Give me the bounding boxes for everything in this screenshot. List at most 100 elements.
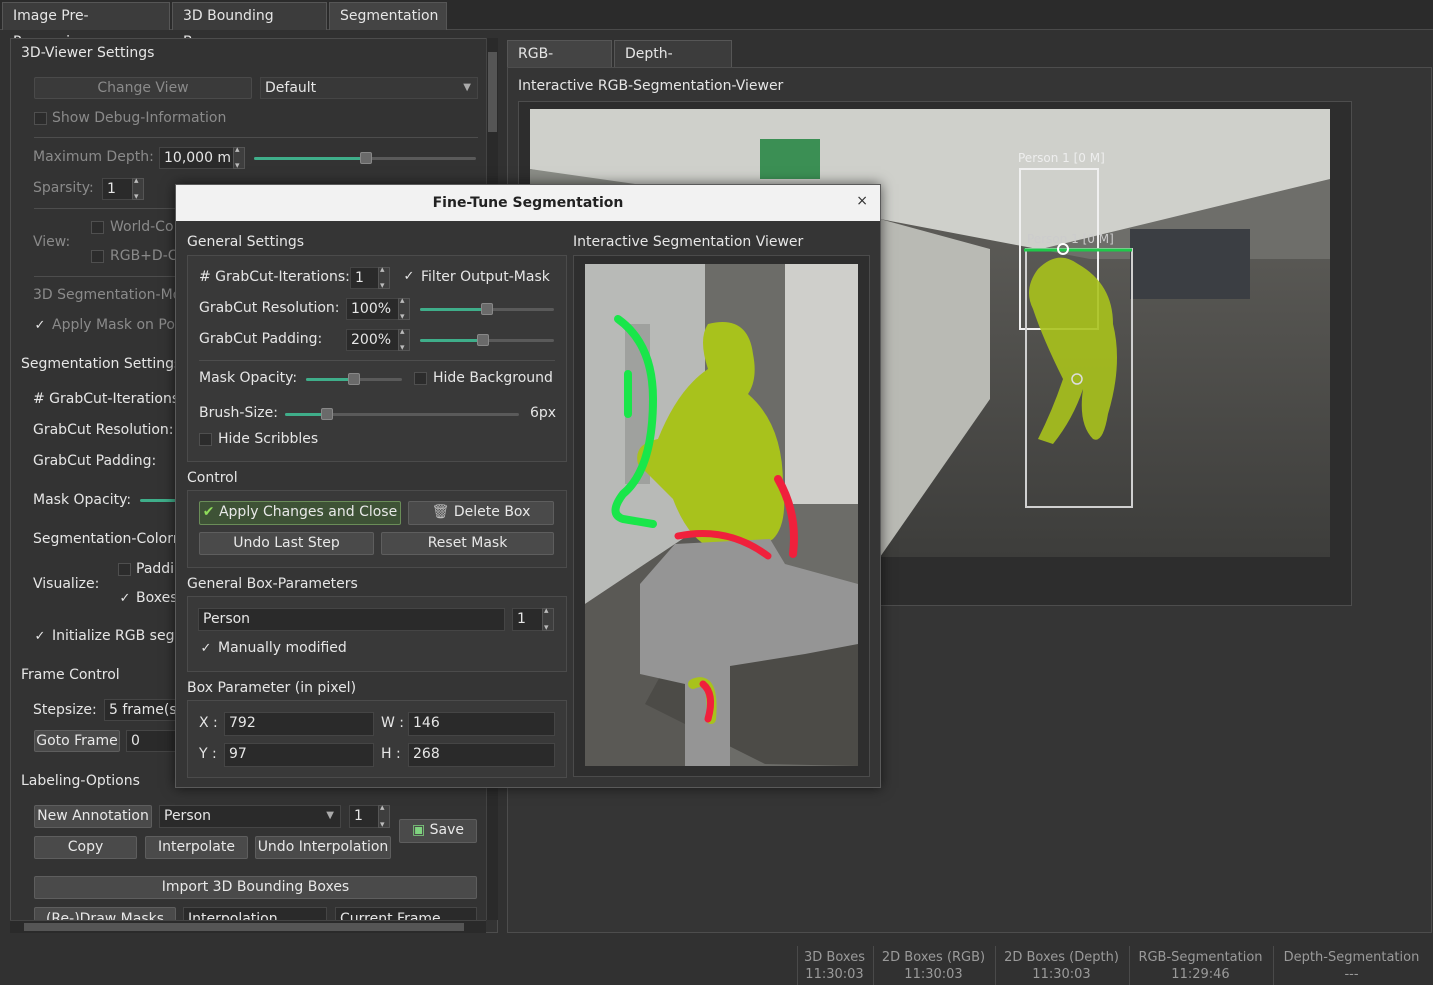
manual-label: Manually modified [218,640,347,656]
goto-frame-button[interactable]: Goto Frame [34,730,120,752]
status-rgb-segmentation: RGB-Segmentation 11:29:46 [1129,946,1271,985]
apply-close-label: Apply Changes and Close [218,504,398,520]
mask-opacity-slider[interactable] [140,499,176,502]
tab-3d-bounding-boxes[interactable]: 3D Bounding Boxes [172,2,327,50]
apply-close-button[interactable]: ✔ Apply Changes and Close [199,501,401,525]
pixel-params-title: Box Parameter (in pixel) [187,680,357,696]
w-field[interactable]: 146 [408,712,555,736]
checkmark-icon[interactable]: ✓ [33,630,47,644]
divider [199,360,555,361]
y-field[interactable]: 97 [224,743,374,767]
max-depth-spinner[interactable] [233,145,245,171]
pad-label: GrabCut Padding: [199,331,323,347]
brush-value: 6px [530,405,557,421]
new-annotation-button[interactable]: New Annotation [34,805,152,828]
trash-icon: 🗑 [431,504,450,520]
copy-button[interactable]: Copy [34,836,137,859]
seg-settings-title: Segmentation Settings [21,356,182,372]
main-tab-bar: Image Pre-Processing 3D Bounding Boxes S… [0,0,1433,50]
show-debug-checkbox[interactable] [34,112,47,125]
interpolate-button[interactable]: Interpolate [145,836,248,859]
pad-slider-handle[interactable] [477,334,489,346]
reset-mask-button[interactable]: Reset Mask [381,532,554,555]
box-params-group: Person 1 ✓ Manually modified [187,596,567,672]
checkmark-icon[interactable]: ✓ [402,270,416,284]
chevron-down-icon: ▼ [326,810,334,821]
redraw-masks-button[interactable]: (Re-)Draw Masks [34,907,176,921]
brush-slider-handle[interactable] [321,408,333,420]
sparsity-spinner[interactable] [132,176,144,202]
frame-scope-select[interactable]: Current Frame [335,907,477,921]
status-name: 3D Boxes [804,950,865,965]
res-field[interactable]: 100% [346,298,406,320]
opacity-slider-fill [306,378,354,381]
padding-checkbox[interactable] [118,563,131,576]
x-label: X : [199,715,218,731]
seg-viewer-title: Interactive Segmentation Viewer [573,234,804,250]
hide-scribbles-label: Hide Scribbles [218,431,319,447]
checkmark-icon[interactable]: ✓ [118,592,132,606]
sparsity-label: Sparsity: [33,180,94,196]
undo-step-button[interactable]: Undo Last Step [199,532,374,555]
status-3d-boxes: 3D Boxes 11:30:03 [797,946,871,985]
tab-image-preprocessing[interactable]: Image Pre-Processing [2,2,170,50]
max-depth-field[interactable]: 10,000 m [159,147,237,169]
x-field[interactable]: 792 [224,712,374,736]
seg-mode-label: 3D Segmentation-Mo [33,287,182,303]
res-label: GrabCut Resolution: [199,300,340,316]
checkmark-icon: ✔ [202,504,215,520]
apply-mask-label: Apply Mask on Poi [52,317,179,333]
status-name: 2D Boxes (RGB) [881,950,986,965]
close-icon[interactable]: × [856,193,868,209]
max-depth-slider-handle[interactable] [360,152,372,164]
seg-viewer-image[interactable] [585,264,858,766]
scrollbar-thumb[interactable] [488,52,497,132]
hide-background-checkbox[interactable] [414,372,427,385]
padding-label: Paddi [136,561,175,577]
view-select[interactable]: Default ▼ [260,77,478,99]
seg-color-label: Segmentation-Colorr [33,531,179,547]
id-spinner[interactable] [542,606,554,633]
fine-tune-dialog: Fine-Tune Segmentation × General Setting… [175,184,881,788]
interpolation-select[interactable]: Interpolation [183,907,327,921]
class-field[interactable]: Person [198,608,505,631]
undo-interpolation-button[interactable]: Undo Interpolation [255,836,391,859]
pad-field[interactable]: 200% [346,329,406,351]
status-time: 11:30:03 [1032,967,1091,982]
save-button[interactable]: ▣ Save [399,819,477,843]
world-coords-checkbox[interactable] [91,221,104,234]
tab-segmentation[interactable]: Segmentation [329,2,447,30]
checkmark-icon[interactable]: ✓ [199,642,213,656]
horizontal-scrollbar[interactable] [10,920,486,933]
tab-rgb-images[interactable]: RGB-Images [507,40,612,88]
change-view-button[interactable]: Change View [34,77,252,99]
y-label: Y : [199,746,217,762]
import-3d-button[interactable]: Import 3D Bounding Boxes [34,876,477,899]
res-slider-fill [420,308,487,311]
scrollbar-thumb[interactable] [24,923,464,931]
max-depth-label: Maximum Depth: [33,149,154,165]
control-group: ✔ Apply Changes and Close 🗑 Delete Box U… [187,490,567,568]
opacity-slider-handle[interactable] [348,373,360,385]
delete-box-button[interactable]: 🗑 Delete Box [408,501,554,525]
hide-scribbles-checkbox[interactable] [199,433,212,446]
h-field[interactable]: 268 [408,743,555,767]
status-depth-segmentation: Depth-Segmentation --- [1273,946,1429,985]
res-slider-handle[interactable] [481,303,493,315]
checkmark-icon[interactable]: ✓ [33,319,47,333]
iter-spinner[interactable] [378,265,390,291]
status-time: --- [1344,967,1359,982]
stepsize-field[interactable]: 5 frame(s) [104,699,176,721]
pad-spinner[interactable] [398,327,410,353]
filter-mask-label: Filter Output-Mask [421,269,550,285]
delete-box-label: Delete Box [453,504,531,520]
res-spinner[interactable] [398,296,410,322]
frame-field[interactable]: 0 [126,730,176,752]
rgbd-checkbox[interactable] [91,250,104,263]
tab-depth-images[interactable]: Depth-Images [614,40,732,88]
id-spinner[interactable] [378,803,390,830]
stepsize-label: Stepsize: [33,702,97,718]
class-select[interactable]: Person ▼ [159,805,341,828]
opacity-label: Mask Opacity: [199,370,298,386]
status-2d-boxes-rgb: 2D Boxes (RGB) 11:30:03 [873,946,993,985]
